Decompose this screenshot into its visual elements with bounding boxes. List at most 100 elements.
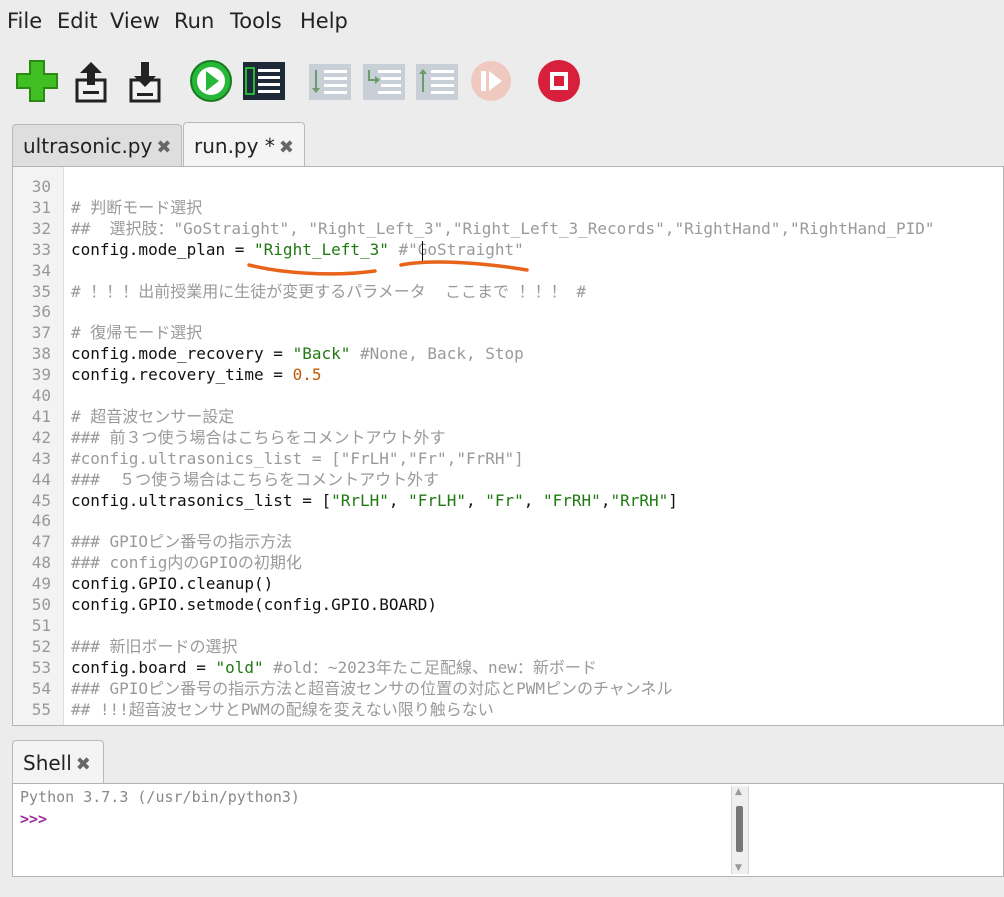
- open-file-icon[interactable]: [68, 58, 114, 104]
- scroll-down-icon[interactable]: ▼: [735, 863, 742, 873]
- menu-run[interactable]: Run: [174, 9, 214, 33]
- debug-icon[interactable]: [241, 58, 287, 104]
- code-line[interactable]: config.mode_plan = "Right_Left_3" #"GoSt…: [71, 239, 524, 260]
- line-number: 44: [31, 469, 51, 489]
- code-line[interactable]: ### 前３つ使う場合はこちらをコメントアウト外す: [71, 427, 446, 448]
- code-string: "old": [215, 657, 264, 677]
- code-comment: #"GoStraight": [388, 239, 524, 259]
- line-number-gutter: 30 31 32 33 34 35 36 37 38 39 40 41 42 43 44 45 46 47 48 49…: [13, 167, 64, 725]
- code-comment: ## 選択肢："GoStraight", "Right_Left_3","Rig…: [71, 218, 935, 238]
- menu-tools[interactable]: Tools: [230, 9, 282, 33]
- code-token: config.mode_recovery =: [71, 344, 293, 364]
- close-icon[interactable]: ✖: [156, 137, 171, 158]
- line-number: 54: [31, 678, 51, 698]
- toolbar: [0, 52, 1004, 112]
- code-line[interactable]: config.GPIO.cleanup(): [71, 573, 273, 594]
- tab-ultrasonic[interactable]: ultrasonic.py ✖: [12, 124, 182, 166]
- line-number: 35: [31, 281, 51, 301]
- code-line[interactable]: ### 新旧ボードの選択: [71, 636, 238, 657]
- line-number: 33: [31, 239, 51, 259]
- code-line[interactable]: ### GPIOピン番号の指示方法: [71, 531, 292, 552]
- code-string: "RrRH": [610, 490, 669, 510]
- line-number: 46: [31, 511, 51, 531]
- code-number: 0.5: [292, 365, 322, 385]
- code-token: ,: [523, 490, 544, 510]
- code-string: "Fr": [485, 490, 524, 510]
- line-number: 51: [31, 615, 51, 635]
- code-line[interactable]: config.board = "old" #old：~2023年たこ足配線、ne…: [71, 657, 597, 678]
- scroll-thumb[interactable]: [736, 806, 743, 852]
- code-comment: ## !!!超音波センサとPWMの配線を変えない限り触らない: [71, 699, 494, 719]
- shell-banner: Python 3.7.3 (/usr/bin/python3): [20, 788, 300, 806]
- code-line[interactable]: ## !!!超音波センサとPWMの配線を変えない限り触らない: [71, 699, 494, 720]
- step-over-icon[interactable]: [307, 58, 353, 104]
- shell-panel[interactable]: Python 3.7.3 (/usr/bin/python3) >>> ▲ ▼: [12, 783, 1004, 877]
- tab-label: run.py *: [194, 134, 275, 158]
- code-line[interactable]: ## 選択肢："GoStraight", "Right_Left_3","Rig…: [71, 218, 935, 239]
- code-comment: # ！！！出前授業用に生徒が変更するパラメータ ここまで ！！！ #: [71, 281, 586, 301]
- code-line[interactable]: # 超音波センサー設定: [71, 406, 234, 427]
- code-token: ,: [600, 490, 611, 510]
- code-line[interactable]: ### GPIOピン番号の指示方法と超音波センサの位置の対応とPWMピンのチャン…: [71, 678, 672, 699]
- line-number: 55: [31, 699, 51, 719]
- resume-icon[interactable]: [468, 58, 514, 104]
- code-comment: #config.ultrasonics_list = ["FrLH","Fr",…: [71, 448, 524, 468]
- save-file-icon[interactable]: [122, 58, 168, 104]
- code-comment: #old：~2023年たこ足配線、new：新ボード: [263, 657, 597, 677]
- code-comment: # 復帰モード選択: [71, 323, 203, 343]
- line-number: 30: [31, 177, 51, 196]
- tab-run[interactable]: run.py * ✖: [183, 122, 305, 168]
- code-token: ,: [388, 490, 409, 510]
- code-line[interactable]: ### ５つ使う場合はこちらをコメントアウト外す: [71, 469, 439, 490]
- tab-shell[interactable]: Shell ✖: [12, 740, 104, 784]
- menu-edit[interactable]: Edit: [57, 9, 98, 33]
- code-comment: ### 新旧ボードの選択: [71, 636, 238, 656]
- code-line[interactable]: #config.ultrasonics_list = ["FrLH","Fr",…: [71, 448, 524, 469]
- code-token: ,: [465, 490, 486, 510]
- code-string: "RrLH": [331, 490, 389, 510]
- line-number: 45: [31, 490, 51, 510]
- run-icon[interactable]: [188, 58, 234, 104]
- tab-label: Shell: [23, 751, 72, 775]
- code-comment: ### config内のGPIOの初期化: [71, 553, 302, 573]
- line-number: 47: [31, 532, 51, 552]
- menu-view[interactable]: View: [110, 9, 160, 33]
- code-token: config.recovery_time =: [71, 365, 293, 385]
- code-string: "FrLH": [408, 490, 466, 510]
- code-line[interactable]: config.GPIO.setmode(config.GPIO.BOARD): [71, 594, 437, 615]
- code-token: config.ultrasonics_list = [: [71, 490, 332, 510]
- shell-scrollbar[interactable]: ▲ ▼: [731, 786, 749, 874]
- step-out-icon[interactable]: [414, 58, 460, 104]
- code-comment: ### GPIOピン番号の指示方法と超音波センサの位置の対応とPWMピンのチャン…: [71, 678, 673, 698]
- code-line[interactable]: config.ultrasonics_list = ["RrLH", "FrLH…: [71, 490, 678, 511]
- close-icon[interactable]: ✖: [279, 137, 294, 158]
- code-line[interactable]: # 判断モード選択: [71, 197, 202, 218]
- line-number: 38: [31, 344, 51, 364]
- line-number: 52: [31, 636, 51, 656]
- code-token: config.GPIO.cleanup(): [71, 574, 274, 594]
- line-number: 48: [31, 553, 51, 573]
- shell-prompt[interactable]: >>>: [20, 810, 47, 828]
- menu-file[interactable]: File: [7, 9, 42, 33]
- code-token: config.mode_plan =: [71, 239, 255, 259]
- scroll-up-icon[interactable]: ▲: [735, 787, 742, 797]
- code-line[interactable]: # 復帰モード選択: [71, 322, 202, 343]
- close-icon[interactable]: ✖: [76, 754, 91, 775]
- menu-help[interactable]: Help: [300, 9, 348, 33]
- line-number: 36: [31, 302, 51, 322]
- line-number: 31: [31, 197, 51, 217]
- line-number: 42: [31, 427, 51, 447]
- step-into-icon[interactable]: [361, 58, 407, 104]
- tab-label: ultrasonic.py: [23, 134, 153, 158]
- new-file-icon[interactable]: [14, 58, 60, 104]
- code-comment: # 超音波センサー設定: [71, 406, 235, 426]
- code-line[interactable]: ### config内のGPIOの初期化: [71, 552, 302, 573]
- code-line[interactable]: # ！！！出前授業用に生徒が変更するパラメータ ここまで ！！！ #: [71, 281, 586, 302]
- code-editor[interactable]: 30 31 32 33 34 35 36 37 38 39 40 41 42 43 44 45 46 47 48 49…: [12, 166, 1004, 726]
- stop-icon[interactable]: [536, 58, 582, 104]
- line-number: 41: [31, 406, 51, 426]
- code-line[interactable]: config.recovery_time = 0.5: [71, 364, 321, 385]
- line-number: 34: [31, 260, 51, 280]
- code-line[interactable]: config.mode_recovery = "Back" #None, Bac…: [71, 343, 524, 364]
- line-number: 37: [31, 323, 51, 343]
